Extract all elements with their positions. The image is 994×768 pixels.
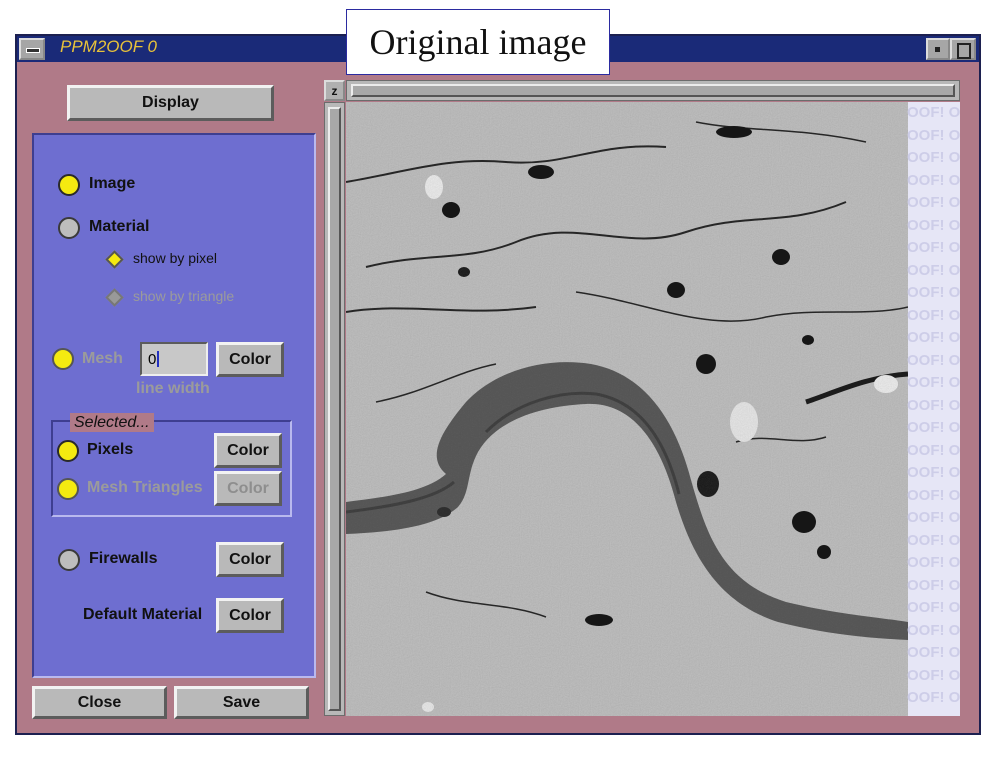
watermark-line: OOF! O — [907, 284, 960, 301]
watermark-line: OOF! O — [907, 149, 960, 166]
micrograph-image — [346, 102, 909, 716]
watermark-line: OOF! O — [907, 554, 960, 571]
menu-icon — [26, 48, 40, 53]
show-by-pixel-label: show by pixel — [133, 250, 218, 266]
watermark-line: OOF! O — [907, 689, 960, 706]
mesh-label: Mesh — [82, 350, 123, 367]
watermark-line: OOF! O — [907, 644, 960, 661]
watermark-line: OOF! O — [907, 239, 960, 256]
selected-group-label: Selected... — [70, 413, 154, 432]
mesh-line-width-input[interactable]: 0 — [140, 342, 208, 376]
pixels-label: Pixels — [87, 441, 134, 458]
watermark-line: OOF! O — [907, 126, 960, 144]
mesh-triangles-label: Mesh Triangles — [87, 479, 203, 496]
default-material-color-button[interactable]: Color — [216, 598, 284, 633]
image-radio[interactable] — [58, 174, 80, 196]
firewalls-label: Firewalls — [89, 550, 158, 567]
mesh-triangles-radio[interactable] — [57, 478, 79, 500]
display-options-panel — [32, 133, 316, 678]
watermark-line: OOF! O — [907, 194, 960, 211]
watermark-line: OOF! O — [907, 464, 960, 481]
watermark-line: OOF! O — [907, 261, 960, 279]
watermark-line: OOF! O — [907, 599, 960, 616]
watermark-line: OOF! O — [907, 666, 960, 684]
horizontal-scrollbar[interactable] — [346, 80, 960, 101]
watermark-line: OOF! O — [907, 486, 960, 504]
vertical-scrollbar[interactable] — [324, 102, 345, 716]
vertical-scroll-thumb[interactable] — [328, 107, 341, 711]
window-menu-button[interactable] — [19, 38, 45, 60]
material-label: Material — [89, 218, 150, 235]
watermark-line: OOF! O — [907, 509, 960, 526]
watermark-line: OOF! O — [907, 419, 960, 436]
image-caption: Original image — [346, 9, 610, 75]
watermark-line: OOF! O — [907, 576, 960, 594]
close-button[interactable]: Close — [32, 686, 167, 719]
pixels-radio[interactable] — [57, 440, 79, 462]
save-button[interactable]: Save — [174, 686, 309, 719]
watermark-line: OOF! O — [907, 531, 960, 549]
watermark-line: OOF! O — [907, 374, 960, 391]
display-button[interactable]: Display — [67, 85, 274, 121]
pixels-color-button[interactable]: Color — [214, 433, 282, 468]
image-canvas[interactable] — [346, 102, 960, 716]
zoom-button[interactable]: z — [324, 80, 345, 101]
watermark-line: OOF! O — [907, 441, 960, 459]
watermark-line: OOF! O — [907, 171, 960, 189]
mesh-line-width-value: 0 — [148, 350, 157, 368]
line-width-label: line width — [136, 380, 210, 397]
watermark-line: OOF! O — [907, 216, 960, 234]
minimize-button[interactable] — [926, 38, 950, 60]
watermark-line: OOF! O — [907, 329, 960, 346]
mesh-radio[interactable] — [52, 348, 74, 370]
watermark-line: OOF! O — [907, 351, 960, 369]
maximize-icon — [957, 43, 971, 59]
firewalls-radio[interactable] — [58, 549, 80, 571]
image-watermark: OOF! O OOF! O OOF! O OOF! O OOF! O OOF! … — [907, 102, 960, 716]
image-label: Image — [89, 175, 136, 192]
mesh-color-button[interactable]: Color — [216, 342, 284, 377]
watermark-line: OOF! O — [907, 396, 960, 414]
firewalls-color-button[interactable]: Color — [216, 542, 284, 577]
mesh-triangles-color-button[interactable]: Color — [214, 471, 282, 506]
window-title: PPM2OOF 0 — [60, 37, 157, 56]
watermark-line: OOF! O — [907, 306, 960, 324]
maximize-button[interactable] — [950, 38, 976, 60]
default-material-label: Default Material — [83, 606, 203, 623]
horizontal-scroll-thumb[interactable] — [351, 84, 955, 97]
material-radio[interactable] — [58, 217, 80, 239]
show-by-triangle-label: show by triangle — [133, 288, 235, 304]
minimize-icon — [935, 47, 940, 52]
watermark-line: OOF! O — [907, 621, 960, 639]
watermark-line: OOF! O — [907, 104, 960, 121]
text-cursor — [157, 351, 160, 367]
